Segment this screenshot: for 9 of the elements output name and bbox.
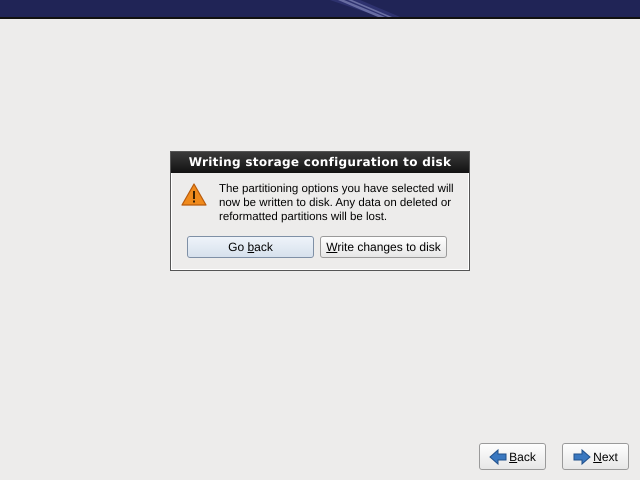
left-arrow-icon (489, 448, 508, 466)
go-back-button[interactable]: Go back (187, 236, 314, 258)
next-button[interactable]: Next (562, 443, 629, 470)
write-button[interactable]: Write changes to disk (320, 236, 447, 258)
warning-message: The partitioning options you have selected will now be written to disk. Any data on deleted or reformatted partitions will be lost. (219, 182, 455, 224)
warning-icon (181, 183, 207, 207)
back-button[interactable]: Back (479, 443, 546, 470)
dialog-title: Writing storage configuration to disk (171, 152, 469, 173)
right-arrow-icon (573, 448, 592, 466)
